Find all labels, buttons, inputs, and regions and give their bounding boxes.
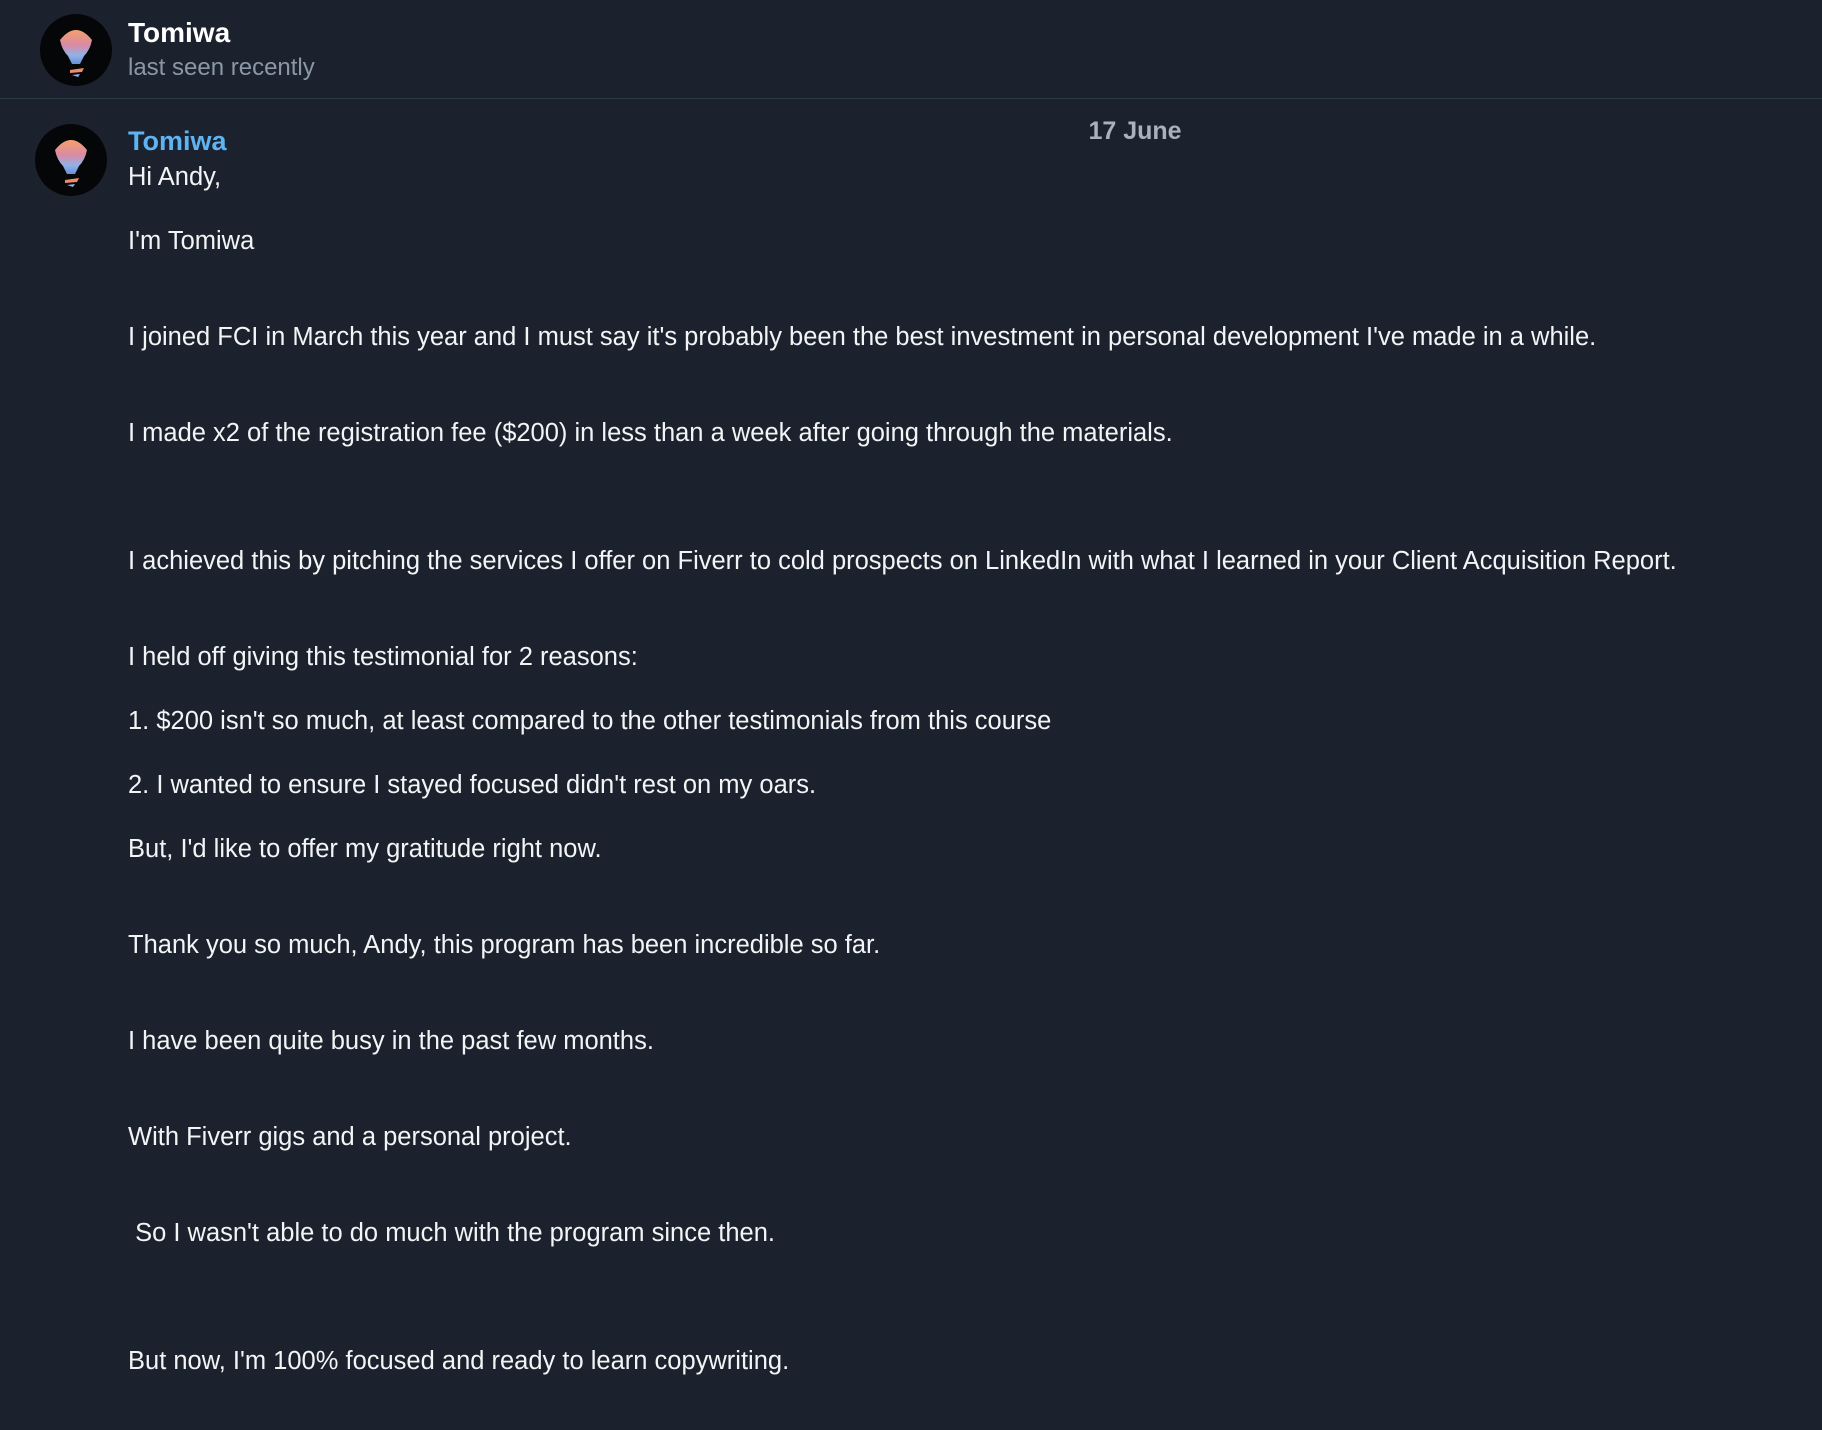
- message-line: I made x2 of the registration fee ($200)…: [128, 419, 1173, 447]
- message-sender-name[interactable]: Tomiwa: [128, 124, 227, 158]
- message-line: I have been quite busy in the past few m…: [128, 1027, 654, 1055]
- message-line: I'm Tomiwa: [128, 227, 255, 255]
- message-line: Thank you so much, Andy, this program ha…: [128, 931, 881, 959]
- message-line: Hi Andy,: [128, 163, 222, 191]
- message-line: With Fiverr gigs and a personal project.: [128, 1123, 572, 1151]
- avatar-icon[interactable]: [40, 14, 112, 86]
- chat-header[interactable]: Tomiwa last seen recently: [0, 0, 1822, 99]
- contact-status: last seen recently: [128, 54, 315, 81]
- message-line: I joined FCI in March this year and I mu…: [128, 323, 1597, 351]
- message-line: So I wasn't able to do much with the pro…: [128, 1219, 775, 1247]
- message-line: 1. $200 isn't so much, at least compared…: [128, 707, 1052, 735]
- message-line: I held off giving this testimonial for 2…: [128, 643, 638, 671]
- date-divider: 17 June: [1088, 117, 1182, 145]
- message-line: I achieved this by pitching the services…: [128, 547, 1677, 575]
- sender-avatar-icon[interactable]: [35, 124, 107, 196]
- message-line: But now, I'm 100% focused and ready to l…: [128, 1347, 790, 1375]
- message-line: But, I'd like to offer my gratitude righ…: [128, 835, 602, 863]
- message-line: 2. I wanted to ensure I stayed focused d…: [128, 771, 817, 799]
- contact-name[interactable]: Tomiwa: [128, 16, 230, 50]
